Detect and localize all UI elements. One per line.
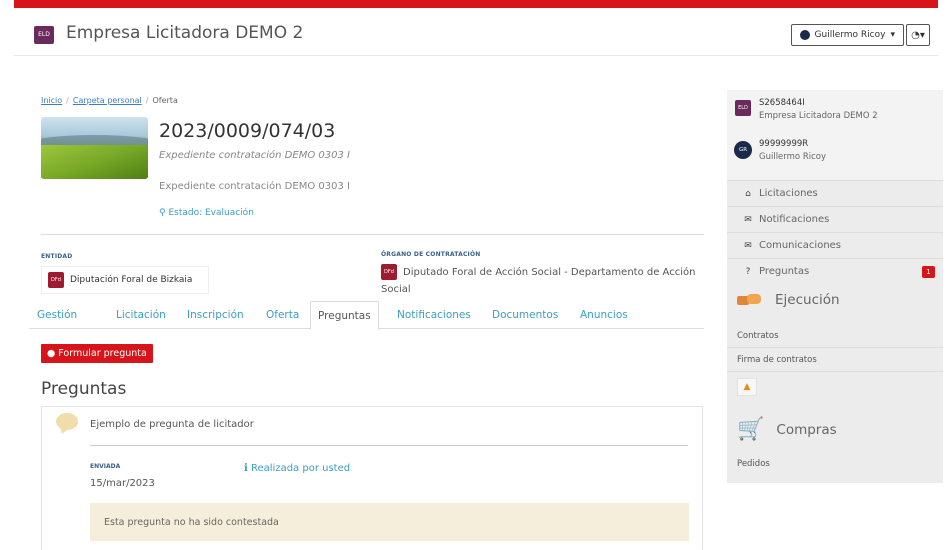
question-card: Ejemplo de pregunta de licitador ENVIADA… xyxy=(41,406,703,550)
organo-name: Diputado Foral de Acción Social - Depart… xyxy=(381,267,696,295)
sidebar-item-label: Notificaciones xyxy=(759,214,830,225)
company-badge: ELD xyxy=(735,100,751,116)
expediente-description: Expediente contratación DEMO 0303 I xyxy=(159,181,350,192)
settings-menu-button[interactable]: ◔▾ xyxy=(906,24,930,46)
user-name: Guillermo Ricoy xyxy=(814,30,886,40)
estado-text: Estado: Evaluación xyxy=(168,208,254,218)
tab-anuncios[interactable]: Anuncios xyxy=(573,301,635,329)
expediente-subtitle: Expediente contratación DEMO 0303 I xyxy=(159,150,350,161)
breadcrumb-inicio[interactable]: Inicio xyxy=(41,96,62,105)
breadcrumb-separator: / xyxy=(145,96,149,105)
comment-icon: ● xyxy=(47,348,56,359)
entidad-name: Diputación Foral de Bizkaia xyxy=(70,275,193,285)
organo-label: ÓRGANO DE CONTRATACIÓN xyxy=(381,251,481,258)
tab-inscripcion[interactable]: Inscripción xyxy=(180,301,251,329)
shopping-cart-icon: 🛒 xyxy=(737,417,765,442)
tab-notificaciones[interactable]: Notificaciones xyxy=(390,301,478,329)
user-menu-button[interactable]: Guillermo Ricoy ▾ xyxy=(790,24,904,46)
user-badge: GR xyxy=(734,141,752,159)
question-divider xyxy=(90,445,688,446)
chevron-down-icon: ▾ xyxy=(890,30,895,40)
company-name: Empresa Licitadora DEMO 2 xyxy=(759,111,878,121)
tab-licitacion[interactable]: Licitación xyxy=(109,301,173,329)
entidad-logo: DFd xyxy=(48,272,64,288)
user-id: 99999999R xyxy=(759,139,809,149)
image-field xyxy=(41,145,148,179)
sidebar-item-label: Licitaciones xyxy=(759,188,818,199)
question-unanswered-alert: Esta pregunta no ha sido contestada xyxy=(90,503,689,541)
info-icon: i xyxy=(244,463,248,474)
inbox-icon: ⌂ xyxy=(745,188,751,199)
divider xyxy=(41,234,704,235)
user-fullname: Guillermo Ricoy xyxy=(759,152,826,162)
expediente-title: 2023/0009/074/03 xyxy=(159,120,336,142)
entidad-box: DFd Diputación Foral de Bizkaia xyxy=(41,266,209,294)
top-red-bar xyxy=(14,0,938,8)
sidebar: ELD S2658464I Empresa Licitadora DEMO 2 … xyxy=(727,90,943,483)
question-author: i Realizada por usted xyxy=(244,463,350,474)
company-logo: ELD xyxy=(34,26,54,44)
sidebar-item-pedidos[interactable]: Pedidos xyxy=(727,452,943,476)
navbar: ELD Empresa Licitadora DEMO 2 Guillermo … xyxy=(14,8,938,56)
top-stripe xyxy=(0,0,952,8)
speech-bubble-icon xyxy=(56,413,78,430)
organo-block: DFd Diputado Foral de Acción Social - Dep… xyxy=(381,264,701,298)
ejecucion-heading: Ejecución xyxy=(727,285,943,315)
ejecucion-title: Ejecución xyxy=(775,292,840,308)
question-status-label: ENVIADA xyxy=(90,463,121,470)
breadcrumb-carpeta-personal[interactable]: Carpeta personal xyxy=(73,96,142,105)
organo-logo: DFd xyxy=(381,264,397,280)
sidebar-account-panel: ELD S2658464I Empresa Licitadora DEMO 2 … xyxy=(727,90,943,180)
brand-title[interactable]: Empresa Licitadora DEMO 2 xyxy=(66,23,303,43)
sidebar-item-label: Preguntas xyxy=(759,266,810,277)
sidebar-item-licitaciones[interactable]: ⌂ Licitaciones xyxy=(727,180,943,206)
tab-bar: Gestión Licitación Inscripción Oferta Pr… xyxy=(29,301,704,330)
compras-title: Compras xyxy=(776,422,837,438)
breadcrumb: Inicio / Carpeta personal / Oferta xyxy=(41,96,178,105)
tab-gestion[interactable]: Gestión xyxy=(30,301,84,329)
tab-documentos[interactable]: Documentos xyxy=(485,301,565,329)
warning-icon[interactable]: ▲ xyxy=(737,378,757,396)
compras-heading: 🛒 Compras xyxy=(727,415,943,445)
preguntas-count-badge: 1 xyxy=(922,266,935,278)
expediente-image xyxy=(41,117,148,179)
breadcrumb-separator: / xyxy=(66,96,69,105)
entidad-label: ENTIDAD xyxy=(41,253,73,260)
question-text: Ejemplo de pregunta de licitador xyxy=(90,419,254,430)
envelope-icon: ✉ xyxy=(744,240,752,251)
handshake-icon xyxy=(737,292,763,308)
sidebar-item-comunicaciones[interactable]: ✉ Comunicaciones xyxy=(727,232,943,258)
sidebar-item-preguntas[interactable]: ? Preguntas 1 xyxy=(727,258,943,284)
section-title: Preguntas xyxy=(41,379,127,399)
formular-pregunta-button[interactable]: ● Formular pregunta xyxy=(41,344,153,363)
envelope-icon: ✉ xyxy=(744,214,752,225)
formular-pregunta-label: Formular pregunta xyxy=(58,348,147,359)
sidebar-item-notificaciones[interactable]: ✉ Notificaciones xyxy=(727,206,943,232)
company-id: S2658464I xyxy=(759,98,805,108)
tab-preguntas[interactable]: Preguntas xyxy=(310,301,379,330)
question-circle-icon: ? xyxy=(745,266,751,277)
estado-status: ⚲ Estado: Evaluación xyxy=(159,208,254,218)
user-avatar-dot xyxy=(799,30,810,40)
sidebar-item-label: Comunicaciones xyxy=(759,240,842,251)
question-date: 15/mar/2023 xyxy=(90,478,155,489)
sidebar-item-firma-contratos[interactable]: Firma de contratos xyxy=(727,348,943,372)
breadcrumb-current: Oferta xyxy=(152,96,178,105)
question-author-text: Realizada por usted xyxy=(251,463,351,474)
tab-oferta[interactable]: Oferta xyxy=(259,301,306,329)
sidebar-item-contratos[interactable]: Contratos xyxy=(727,324,943,348)
